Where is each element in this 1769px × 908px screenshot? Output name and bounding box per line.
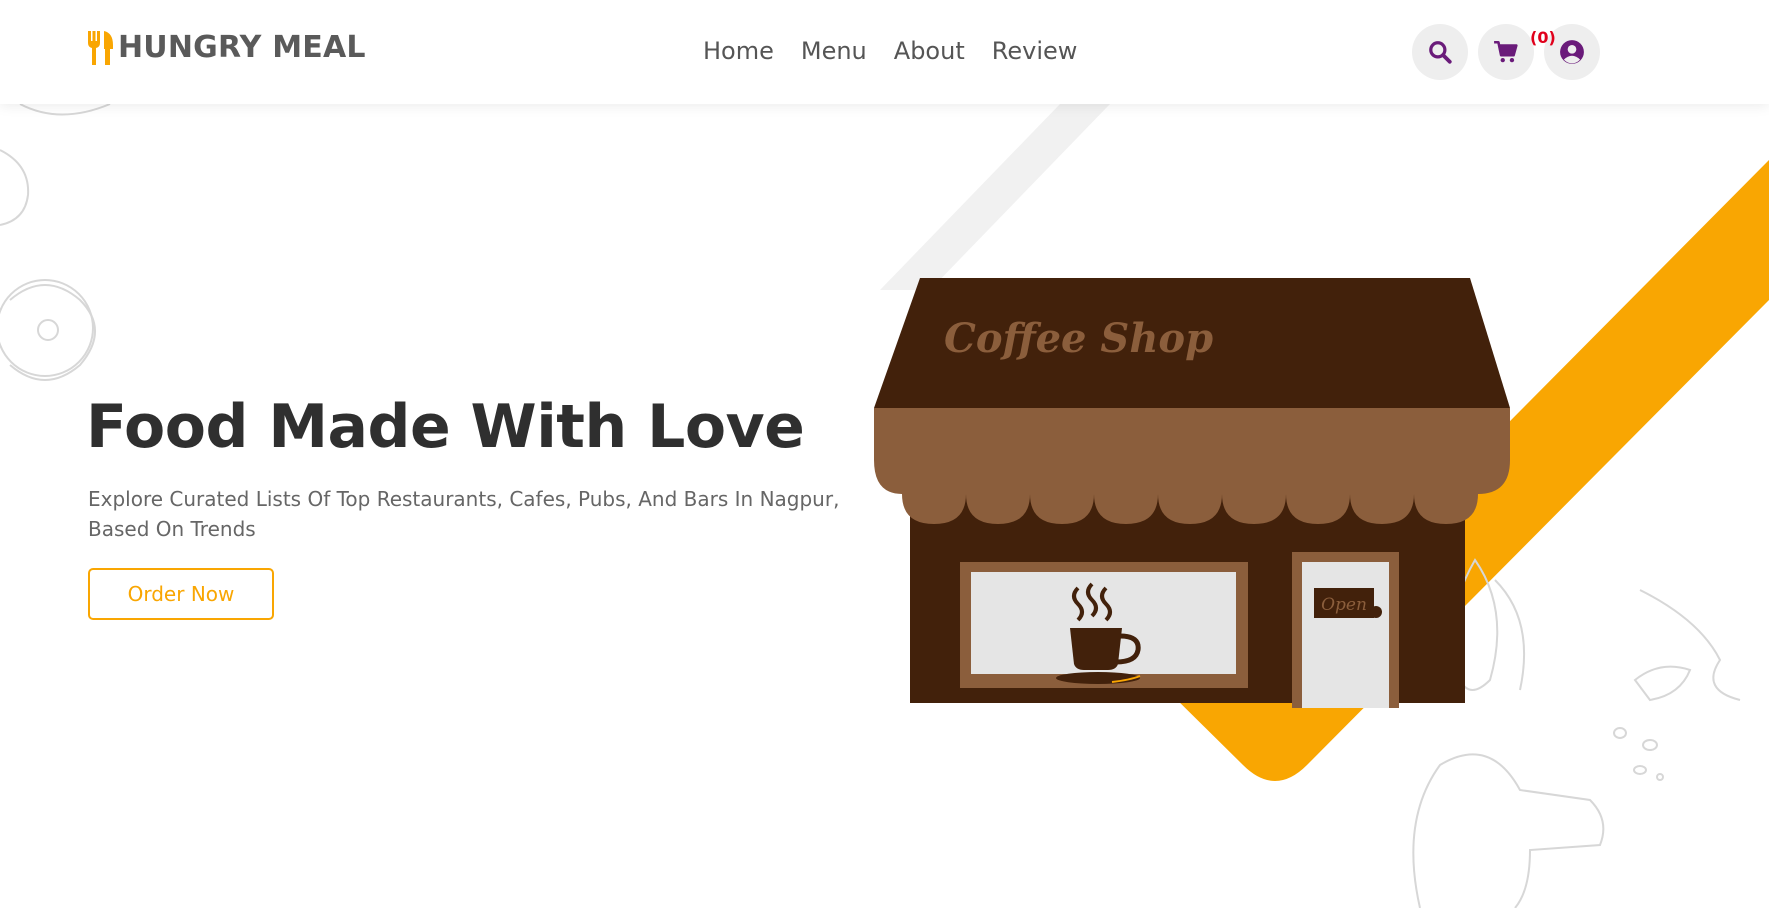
brand-name: HUNGRY MEAL	[118, 30, 366, 65]
page: HUNGRY MEAL Home Menu About Review (0) F…	[0, 0, 1769, 908]
coffee-shop-illustration: Coffee Shop Open	[874, 278, 1510, 708]
search-icon	[1429, 41, 1452, 64]
hero-title: Food Made With Love	[86, 392, 805, 462]
cart-button[interactable]	[1478, 24, 1534, 80]
user-circle-icon	[1560, 40, 1584, 64]
brand-logo[interactable]: HUNGRY MEAL	[86, 30, 366, 65]
hero-subtitle: Explore Curated Lists Of Top Restaurants…	[88, 487, 840, 541]
main-nav: Home Menu About Review	[703, 34, 1104, 68]
shop-door	[1302, 562, 1389, 708]
search-button[interactable]	[1412, 24, 1468, 80]
diagonal-shadow	[880, 104, 1110, 290]
nav-link-home[interactable]: Home	[703, 34, 774, 68]
site-header: HUNGRY MEAL Home Menu About Review (0)	[0, 0, 1769, 104]
cart-count-badge: (0)	[1530, 28, 1556, 47]
cart-icon	[1494, 40, 1518, 63]
header-icons: (0)	[1412, 24, 1602, 80]
order-now-button[interactable]: Order Now	[88, 568, 274, 620]
door-sign-text: Open	[1321, 595, 1367, 615]
nav-link-menu[interactable]: Menu	[801, 34, 867, 68]
door-knob	[1370, 606, 1382, 618]
awning-text: Coffee Shop	[944, 315, 1213, 362]
nav-link-about[interactable]: About	[894, 34, 965, 68]
nav-link-review[interactable]: Review	[992, 34, 1078, 68]
utensils-icon	[88, 30, 113, 65]
